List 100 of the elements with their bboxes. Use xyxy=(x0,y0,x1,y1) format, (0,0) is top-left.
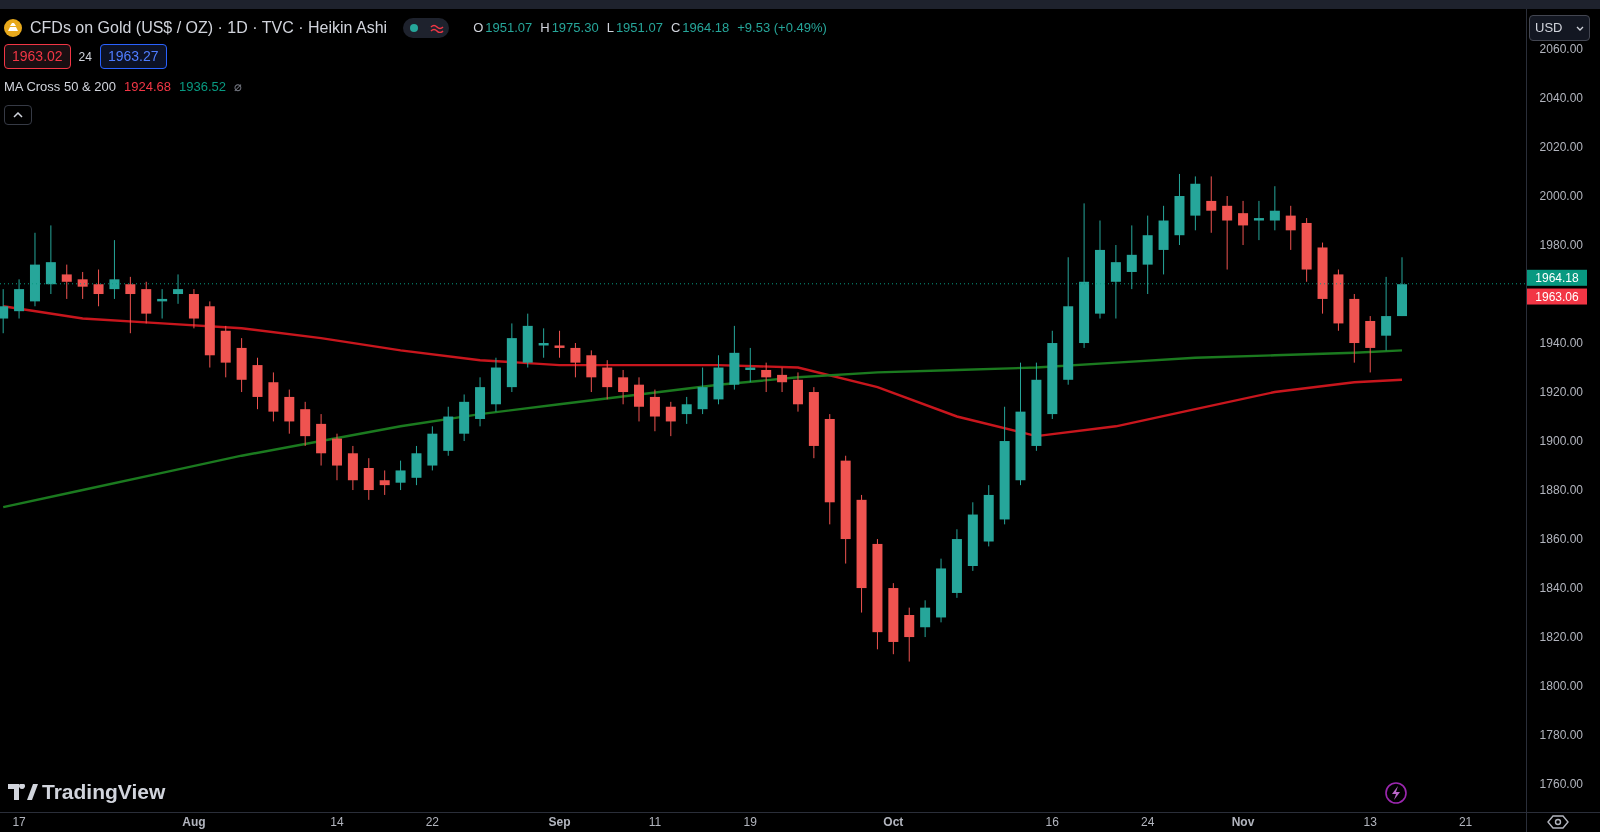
coin-icon xyxy=(4,19,22,37)
lightning-icon[interactable] xyxy=(1385,782,1407,804)
candlestick xyxy=(1365,315,1376,373)
candlestick xyxy=(570,342,581,378)
candlestick xyxy=(284,389,295,435)
price-tag: 1964.18 xyxy=(1527,269,1587,286)
candlestick xyxy=(983,484,994,547)
ohlc-value: 1951.07 xyxy=(615,19,663,38)
time-axis-label: Nov xyxy=(1231,815,1255,829)
candlestick xyxy=(141,281,152,324)
ohlc-value: 1975.30 xyxy=(551,19,599,38)
candlestick xyxy=(490,357,501,413)
indicator-name[interactable]: MA Cross 50 & 200 xyxy=(4,77,116,97)
time-axis-label: 13 xyxy=(1363,815,1377,829)
candlestick xyxy=(173,273,184,305)
candlestick xyxy=(904,607,915,663)
candlestick xyxy=(236,337,247,393)
price-axis-label: 1940.00 xyxy=(1539,336,1583,351)
candlestick xyxy=(697,367,708,415)
candlestick xyxy=(951,528,962,599)
wave-icon xyxy=(429,23,444,33)
candlestick xyxy=(204,300,215,369)
symbol-title[interactable]: CFDs on Gold (US$ / OZ) · 1D · TVC · Heikin Ashi xyxy=(30,16,388,40)
candlestick xyxy=(777,367,788,393)
candlestick xyxy=(77,271,88,300)
price-axis-label: 1900.00 xyxy=(1539,434,1583,449)
candlestick xyxy=(268,371,279,422)
candlestick xyxy=(967,501,978,572)
candlestick xyxy=(157,288,168,320)
candlestick xyxy=(0,288,9,334)
price-axis-label: 1820.00 xyxy=(1539,630,1583,645)
price-axis-label: 2020.00 xyxy=(1539,140,1583,154)
candlestick xyxy=(332,433,342,481)
ohlc-label: O xyxy=(473,19,484,38)
sell-button[interactable]: 1963.02 xyxy=(4,44,71,69)
candlestick xyxy=(634,376,644,422)
time-axis-label: Aug xyxy=(182,815,206,829)
candlestick xyxy=(109,239,120,300)
settings-icon[interactable] xyxy=(1547,815,1569,829)
candlestick xyxy=(1269,185,1280,231)
buy-button[interactable]: 1963.27 xyxy=(99,44,167,69)
candlestick xyxy=(920,599,931,638)
candlestick xyxy=(363,457,374,501)
candlestick xyxy=(506,322,517,393)
price-axis-label: 2060.00 xyxy=(1539,42,1583,56)
candlestick xyxy=(475,376,486,427)
candlestick xyxy=(554,330,565,359)
candlestick xyxy=(1253,200,1264,241)
candlestick xyxy=(1333,269,1344,332)
candlestick xyxy=(427,425,438,471)
candlestick xyxy=(459,394,470,442)
candlestick xyxy=(252,357,263,410)
candlestick xyxy=(761,362,772,393)
candlestick xyxy=(125,276,136,334)
candlestick xyxy=(792,371,803,413)
candlestick xyxy=(713,354,724,405)
candlestick xyxy=(729,325,740,391)
candlestick xyxy=(1158,205,1169,275)
candlestick xyxy=(93,269,104,307)
candlestick xyxy=(1238,200,1249,246)
market-open-dot-icon xyxy=(408,23,419,33)
currency-dropdown[interactable]: USD xyxy=(1529,15,1590,41)
candlestick xyxy=(602,359,613,400)
candlestick xyxy=(1206,175,1217,234)
candlestick xyxy=(1190,175,1201,231)
candlestick xyxy=(14,278,25,320)
price-change: +9.53 (+0.49%) xyxy=(737,19,827,38)
candlestick xyxy=(1126,224,1137,290)
price-axis-label: 1920.00 xyxy=(1539,385,1583,400)
time-axis-label: 22 xyxy=(425,815,440,829)
caret-icon xyxy=(13,111,23,118)
candlestick xyxy=(586,349,597,393)
candlestick xyxy=(649,389,660,432)
candlestick xyxy=(665,401,676,437)
time-axis-label: Sep xyxy=(548,815,571,829)
candlestick xyxy=(538,327,549,359)
time-axis-label: 24 xyxy=(1141,815,1155,829)
hidden-symbol[interactable]: ⌀ xyxy=(234,77,242,97)
candlestick xyxy=(316,413,327,467)
price-axis-label: 1980.00 xyxy=(1539,238,1583,252)
status-pill[interactable] xyxy=(403,18,450,38)
candlestick xyxy=(1397,256,1407,317)
price-axis-label: 1880.00 xyxy=(1539,483,1583,498)
candlestick xyxy=(1301,217,1312,283)
time-axis-label: 11 xyxy=(648,815,662,829)
indicator-value: 1924.68 xyxy=(124,78,171,96)
candlestick xyxy=(1349,293,1360,364)
time-axis-label: 14 xyxy=(330,815,344,829)
ohlc-label: L xyxy=(606,19,614,38)
time-axis-label: 17 xyxy=(12,815,26,829)
ohlc-value: 1951.07 xyxy=(485,19,533,38)
price-axis-label: 1800.00 xyxy=(1539,679,1583,694)
collapse-button[interactable] xyxy=(4,104,32,125)
candlestick xyxy=(188,288,199,329)
price-axis-label: 1860.00 xyxy=(1539,532,1583,547)
candlestick xyxy=(347,445,358,491)
logo-text: TradingView xyxy=(42,779,166,805)
candlestick xyxy=(61,264,72,300)
candlestick xyxy=(522,313,533,369)
logo-icon xyxy=(8,783,38,800)
